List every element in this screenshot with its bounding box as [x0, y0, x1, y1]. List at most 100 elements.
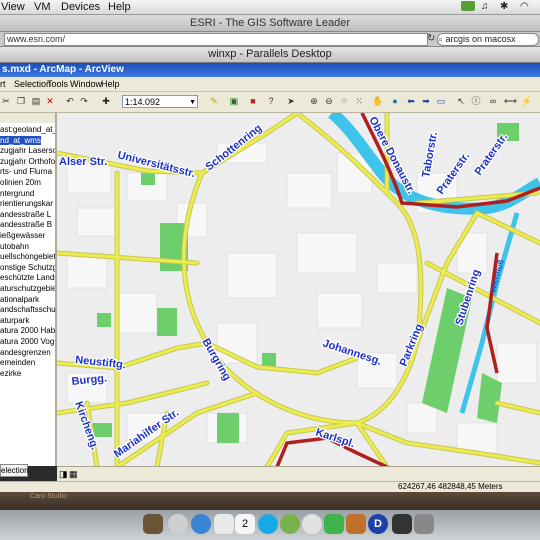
data-view-icon[interactable]: ◨: [59, 469, 68, 480]
mail-icon[interactable]: [214, 514, 234, 534]
label-wienfluss: Wienfluß: [488, 259, 505, 294]
coordinate-readout: 624267,46 482848,45 Meters: [398, 482, 503, 491]
refresh-icon[interactable]: ↻: [427, 33, 435, 44]
bluetooth-icon[interactable]: ✱: [500, 1, 508, 12]
editor-icon[interactable]: ✎: [208, 95, 220, 107]
menu-insert[interactable]: rt: [0, 77, 6, 91]
finder-icon[interactable]: [143, 514, 163, 534]
dashboard-icon[interactable]: [168, 514, 188, 534]
toc-layer-item[interactable]: emeinden: [0, 358, 35, 367]
arcmap-title: s.mxd - ArcMap - ArcView: [0, 63, 540, 77]
music-icon[interactable]: ♫: [481, 1, 489, 12]
map-scale-value: 1:14.092: [125, 97, 161, 107]
toc-layer-item[interactable]: andesstraße B: [0, 220, 52, 229]
menu-view[interactable]: View: [1, 0, 25, 14]
system-icon[interactable]: [302, 514, 322, 534]
toc-layer-item[interactable]: andesgrenzen: [0, 348, 51, 357]
browser-title: ESRI - The GIS Software Leader: [0, 15, 540, 32]
toc-layer-item[interactable]: ezirke: [0, 369, 21, 378]
desktop-label: Caro Studio: [30, 493, 67, 500]
arcmap-menubar: rt Selection Tools Window Help: [0, 77, 540, 92]
windows-app-icon[interactable]: [414, 514, 434, 534]
toc-layer-item[interactable]: onstige Schutzg: [0, 263, 55, 272]
arctoolbox-icon[interactable]: ■: [247, 95, 259, 107]
mac-dock: 2 D: [0, 510, 540, 540]
forward-icon[interactable]: ➡: [420, 95, 432, 107]
terminal-icon[interactable]: [392, 514, 412, 534]
undo-icon[interactable]: ↶: [64, 95, 76, 107]
safari-icon[interactable]: [191, 514, 211, 534]
menu-window[interactable]: Window: [70, 77, 102, 91]
fixed-zoom-in-icon[interactable]: ⁘: [338, 95, 350, 107]
toc-layer-item[interactable]: andesstraße L: [0, 210, 51, 219]
toc-layer-item[interactable]: zugjahr Orthofo: [0, 157, 55, 166]
facetime-icon[interactable]: [324, 514, 344, 534]
toc-layer-item[interactable]: zugjahr Laserso: [0, 146, 55, 155]
find-binoculars-icon[interactable]: ∞: [487, 95, 499, 107]
toc-layer-item[interactable]: olinien 20m: [0, 178, 41, 187]
menu-vm[interactable]: VM: [34, 0, 51, 14]
toc-layer-item[interactable]: ießgewässer: [0, 231, 45, 240]
toc-layer-item[interactable]: utobahn: [0, 242, 29, 251]
select-arrow-icon[interactable]: ➤: [285, 95, 297, 107]
pan-hand-icon[interactable]: ✋: [372, 95, 384, 107]
tab-selection[interactable]: election: [0, 464, 29, 477]
back-icon[interactable]: ⬅: [405, 95, 417, 107]
menu-help[interactable]: Help: [108, 0, 131, 14]
menu-help-arc[interactable]: Help: [101, 77, 120, 91]
label-taborstr: Taborstr.: [420, 131, 440, 179]
photos-icon[interactable]: [346, 514, 366, 534]
devonthink-icon[interactable]: D: [368, 514, 388, 534]
toc-layer-item[interactable]: aturpark: [0, 316, 29, 325]
vienna-street-map: Alser Str. Universitätsstr. Schottenring…: [57, 113, 540, 467]
itunes-icon[interactable]: [280, 514, 300, 534]
copy-icon[interactable]: ❐: [15, 95, 27, 107]
pointer-icon[interactable]: ↖: [455, 95, 467, 107]
info-icon[interactable]: ⓘ: [470, 95, 482, 107]
search-icon: ⌕: [438, 34, 446, 44]
toc-layer-item[interactable]: rts- und Flurna: [0, 167, 52, 176]
select-features-icon[interactable]: ▭: [435, 95, 447, 107]
full-extent-globe-icon[interactable]: ●: [389, 95, 401, 107]
fixed-zoom-out-icon[interactable]: ⁙: [353, 95, 365, 107]
measure-icon[interactable]: ⟷: [504, 95, 517, 107]
map-canvas[interactable]: Alser Str. Universitätsstr. Schottenring…: [57, 113, 540, 467]
wifi-icon[interactable]: ◠: [520, 1, 529, 12]
skype-icon[interactable]: [258, 514, 278, 534]
toc-layer-item[interactable]: atura 2000 Hab: [0, 326, 55, 335]
zoom-out-icon[interactable]: ⊖: [323, 95, 335, 107]
chevron-down-icon: ▼: [189, 99, 196, 106]
toolbox-icon[interactable]: ▣: [228, 95, 240, 107]
map-scale-select[interactable]: 1:14.092 ▼: [122, 95, 198, 108]
zoom-in-icon[interactable]: ⊕: [308, 95, 320, 107]
ical-icon[interactable]: 2: [235, 514, 255, 534]
add-data-icon[interactable]: ✚: [100, 95, 112, 107]
hyperlink-icon[interactable]: ⚡: [521, 95, 533, 107]
search-query: arcgis on macosx: [445, 34, 516, 44]
menu-selection[interactable]: Selection: [14, 77, 51, 91]
delete-icon[interactable]: ✕: [44, 95, 56, 107]
toc-layer-item[interactable]: andschaftsschu: [0, 305, 55, 314]
toc-layer-item[interactable]: ationalpark: [0, 295, 39, 304]
toc-layer-item[interactable]: atura 2000 Vog: [0, 337, 54, 346]
paste-icon[interactable]: ▤: [30, 95, 42, 107]
toc-layer-item[interactable]: ntergrund: [0, 189, 34, 198]
search-field[interactable]: ⌕ arcgis on macosx: [437, 33, 539, 46]
toc-layer-item[interactable]: eschützte Lands: [0, 273, 55, 282]
layout-view-icon[interactable]: ▦: [69, 469, 78, 480]
toc-layer-item[interactable]: ast:geoland_at_: [0, 125, 55, 134]
toc-layer-item[interactable]: aturschutzgebie: [0, 284, 55, 293]
label-praterstr-2: Praterstr.: [473, 131, 511, 177]
toc-layer-item[interactable]: nd_at_wms: [0, 135, 41, 145]
mac-menubar: View VM Devices Help ♫ ✱ ◠: [0, 0, 540, 15]
menu-devices[interactable]: Devices: [61, 0, 100, 14]
parallels-status-icon[interactable]: [461, 1, 475, 11]
menu-tools[interactable]: Tools: [47, 77, 68, 91]
identify-icon[interactable]: ?: [265, 95, 277, 107]
toc-header: [0, 113, 55, 123]
redo-icon[interactable]: ↷: [78, 95, 90, 107]
url-field[interactable]: www.esri.com/: [4, 33, 428, 46]
cut-icon[interactable]: ✂: [0, 95, 12, 107]
toc-layer-item[interactable]: uellschongebiet: [0, 252, 55, 261]
toc-layer-item[interactable]: rientierungskar: [0, 199, 53, 208]
